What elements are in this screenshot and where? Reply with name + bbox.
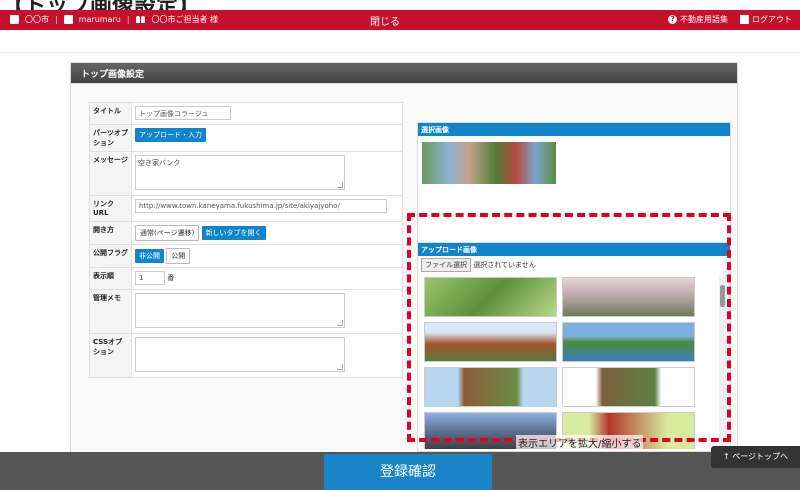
help-icon: ? — [668, 15, 677, 24]
user-name: marumaru — [78, 15, 121, 24]
private-button[interactable]: 非公開 — [135, 249, 164, 263]
css-option-label: CSSオプション — [89, 333, 132, 378]
title-input[interactable]: トップ画像コラージュ — [135, 106, 231, 120]
staff-name: 〇〇市ご担当者 様 — [151, 15, 219, 24]
css-option-textarea[interactable] — [135, 337, 345, 372]
admin-memo-textarea[interactable] — [135, 293, 345, 328]
close-link[interactable]: 閉じる — [370, 13, 400, 28]
admin-memo-label: 管理メモ — [89, 289, 132, 334]
open-method-label: 開き方 — [89, 221, 132, 245]
house-icon — [63, 15, 73, 24]
open-newtab-button[interactable]: 新しいタブを開く — [201, 226, 266, 240]
message-textarea[interactable]: 空き家バンク — [135, 155, 345, 190]
logout-link[interactable]: ログアウト — [740, 14, 792, 25]
confirm-button[interactable]: 登録確認 — [324, 454, 492, 490]
divider — [0, 52, 800, 53]
people-icon — [135, 15, 146, 24]
order-suffix: 番 — [167, 274, 175, 282]
top-bar: 〇〇市 | marumaru | 〇〇市ご担当者 様 閉じる ? 不動産用語集 ロ… — [0, 10, 800, 30]
link-url-input[interactable]: http://www.town.kaneyama.fukushima.jp/si… — [135, 199, 387, 213]
building-icon — [10, 15, 19, 24]
glossary-link[interactable]: ? 不動産用語集 — [668, 14, 728, 25]
public-button[interactable]: 公開 — [166, 248, 191, 264]
link-url-label: リンクURL — [89, 195, 132, 222]
selected-collage-image — [422, 142, 556, 184]
title-label: タイトル — [89, 102, 132, 125]
upload-input-button[interactable]: アップロード・入力 — [135, 128, 206, 142]
open-normal-button[interactable]: 通常(ページ遷移) — [135, 225, 200, 241]
settings-form: タイトル トップ画像コラージュ パーツオプション アップロード・入力 メッセージ… — [89, 102, 403, 378]
parts-option-label: パーツオプション — [89, 124, 132, 152]
message-label: メッセージ — [89, 151, 132, 196]
page-top-button[interactable]: ↑ ページトップへ — [711, 446, 800, 468]
display-order-input[interactable]: 1 — [135, 271, 165, 285]
display-order-label: 表示順 — [89, 267, 132, 290]
highlight-frame — [407, 213, 731, 442]
publish-flag-label: 公開フラグ — [89, 244, 132, 268]
expand-toggle[interactable]: 表示エリアを拡大/縮小する — [516, 435, 644, 450]
selected-image-heading: 選択画像 — [418, 123, 730, 136]
panel-title: トップ画像設定 — [71, 63, 737, 83]
logout-icon — [740, 15, 749, 24]
city-name: 〇〇市 — [25, 15, 49, 24]
